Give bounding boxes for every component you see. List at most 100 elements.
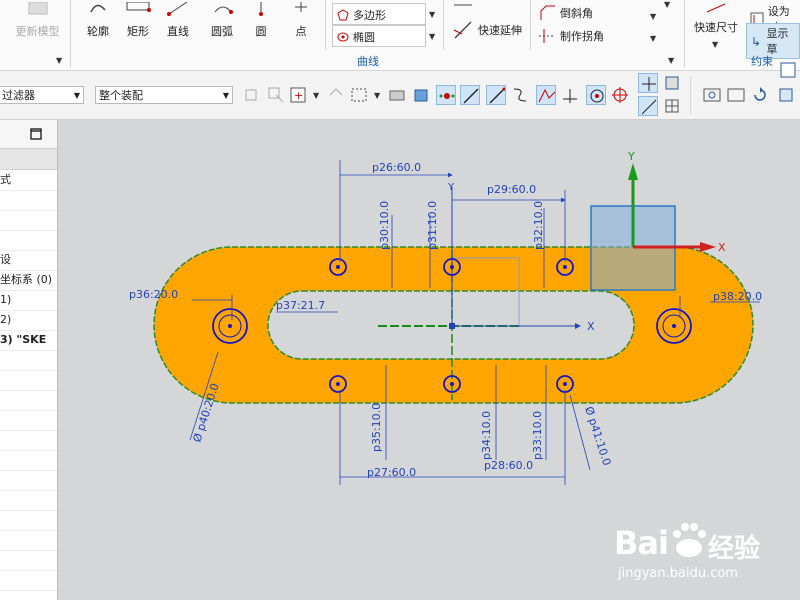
dim-p31[interactable]: p31:10.0: [426, 201, 439, 250]
dim-p27[interactable]: p27:60.0: [367, 466, 416, 479]
arc-icon: [214, 6, 233, 14]
calendar-icon[interactable]: [778, 61, 798, 81]
make-corner-button[interactable]: 制作拐角: [538, 28, 604, 44]
wcs-x-arrow: [700, 242, 716, 252]
navigator-row[interactable]: [0, 550, 57, 571]
navigator-row[interactable]: [0, 230, 57, 251]
polygon-dropdown-icon[interactable]: ▼: [429, 10, 435, 19]
dim-p32[interactable]: p32:10.0: [532, 201, 545, 250]
select-feature-icon[interactable]: [266, 85, 286, 105]
sketch-x-label: X: [587, 320, 595, 333]
navigator-row[interactable]: [0, 450, 57, 471]
navigator-header: [0, 120, 57, 149]
navigator-row[interactable]: [0, 510, 57, 531]
add-select-dropdown-icon[interactable]: ▼: [313, 91, 319, 100]
snap-center-icon[interactable]: [586, 85, 606, 105]
orient-view-icon[interactable]: [776, 85, 796, 105]
assembly-value: 整个装配: [99, 89, 143, 102]
navigator-row[interactable]: [0, 430, 57, 451]
update-model-button[interactable]: 更新模型: [10, 2, 65, 39]
quick-dimension-dropdown-icon[interactable]: ▼: [712, 40, 718, 49]
graphics-window[interactable]: X Y Y X p26:60.0 p29:60.0 p36:20.0 p37:2…: [58, 120, 800, 600]
zoom-icon[interactable]: [726, 85, 746, 105]
navigator-row[interactable]: [0, 210, 57, 231]
rectangle-button[interactable]: 矩形: [120, 2, 156, 39]
snap-parts-icon[interactable]: [242, 85, 262, 105]
solid-cube-icon[interactable]: [412, 85, 432, 105]
navigator-row[interactable]: [0, 190, 57, 211]
refresh-icon[interactable]: [750, 85, 770, 105]
maximize-icon[interactable]: [30, 128, 42, 140]
trim-partial-button[interactable]: [452, 0, 474, 6]
chamfer-dropdown-icon[interactable]: ▼: [650, 12, 656, 21]
quick-extend-button[interactable]: 快速延伸: [452, 20, 522, 40]
assembly-dropdown[interactable]: 整个装配 ▼: [95, 86, 233, 104]
trim-icon: [454, 4, 472, 6]
origin-marker: [449, 323, 455, 329]
navigator-row[interactable]: [0, 410, 57, 431]
navigator-row[interactable]: [0, 530, 57, 551]
navigator-row[interactable]: 设: [0, 250, 57, 271]
update-model-dropdown-icon[interactable]: ▼: [56, 56, 62, 65]
navigator-row[interactable]: [0, 350, 57, 371]
dim-p36[interactable]: p36:20.0: [129, 288, 178, 301]
rectangle-icon: [126, 2, 151, 12]
filter-dropdown[interactable]: 过滤器 ▼: [0, 86, 84, 104]
snap-bounded-icon[interactable]: [662, 73, 682, 93]
snap-curve-icon[interactable]: [510, 85, 530, 105]
intersect-icon[interactable]: [326, 85, 346, 105]
polygon-button[interactable]: 多边形: [332, 3, 426, 25]
snap-point-icon[interactable]: [638, 73, 658, 93]
line-label: 直线: [167, 25, 189, 38]
snap-endpoint-icon[interactable]: [436, 85, 456, 105]
arc-button[interactable]: 圆弧: [202, 2, 242, 39]
view-icon[interactable]: [388, 85, 408, 105]
fit-view-icon[interactable]: [702, 85, 722, 105]
quick-dimension-button[interactable]: 快速尺寸: [690, 2, 742, 35]
grid-icon[interactable]: [662, 96, 682, 116]
expand-dropdown-icon[interactable]: ▼: [664, 0, 670, 9]
navigator-row[interactable]: [0, 490, 57, 511]
navigator-row[interactable]: [0, 470, 57, 491]
circle-button[interactable]: 圆: [246, 2, 276, 39]
rectangle-select-icon[interactable]: [350, 85, 370, 105]
snap-quadrant-icon[interactable]: [610, 85, 630, 105]
ellipse-button[interactable]: 椭圆: [332, 25, 426, 47]
dim-p38[interactable]: p38:20.0: [713, 290, 762, 303]
dim-p34[interactable]: p34:10.0: [480, 411, 493, 460]
navigator-row[interactable]: [0, 370, 57, 391]
circle-icon: [259, 2, 263, 16]
navigator-row[interactable]: 坐标系 (0): [0, 270, 57, 291]
snap-on-curve-icon[interactable]: [638, 96, 658, 116]
navigator-row[interactable]: 3) "SKE: [0, 330, 57, 351]
point-button[interactable]: 点: [286, 2, 316, 39]
snap-line-icon[interactable]: [460, 85, 480, 105]
add-select-icon[interactable]: +: [290, 85, 310, 105]
ellipse-dropdown-icon[interactable]: ▼: [429, 32, 435, 41]
dim-p30[interactable]: p30:10.0: [378, 201, 391, 250]
navigator-row[interactable]: [0, 390, 57, 411]
chamfer-icon: [540, 5, 555, 20]
corner-dropdown-icon[interactable]: ▼: [650, 34, 656, 43]
snap-midpoint-icon[interactable]: [536, 85, 556, 105]
line-button[interactable]: 直线: [160, 2, 196, 39]
dim-p35[interactable]: p35:10.0: [370, 403, 383, 452]
snap-tangent-icon[interactable]: [486, 85, 506, 105]
dim-p29[interactable]: p29:60.0: [487, 183, 536, 196]
divider: [70, 0, 71, 68]
navigator-row[interactable]: [0, 570, 57, 591]
snap-intersection-icon[interactable]: [560, 85, 580, 105]
chamfer-button[interactable]: 倒斜角: [538, 5, 593, 21]
navigator-row[interactable]: 2): [0, 310, 57, 331]
wcs-x-label: X: [718, 241, 726, 254]
navigator-row[interactable]: 式: [0, 170, 57, 191]
navigator-row[interactable]: 1): [0, 290, 57, 311]
dim-p26[interactable]: p26:60.0: [372, 161, 421, 174]
dim-p37[interactable]: p37:21.7: [276, 299, 325, 312]
dim-p33[interactable]: p33:10.0: [531, 411, 544, 460]
quick-dimension-label: 快速尺寸: [694, 21, 738, 34]
part-navigator: 式设坐标系 (0) 1) 2) 3) "SKE: [0, 120, 58, 600]
rectangle-select-dropdown-icon[interactable]: ▼: [374, 91, 380, 100]
curve-group-more-icon[interactable]: ▼: [668, 56, 674, 65]
profile-button[interactable]: 轮廓: [80, 2, 116, 39]
